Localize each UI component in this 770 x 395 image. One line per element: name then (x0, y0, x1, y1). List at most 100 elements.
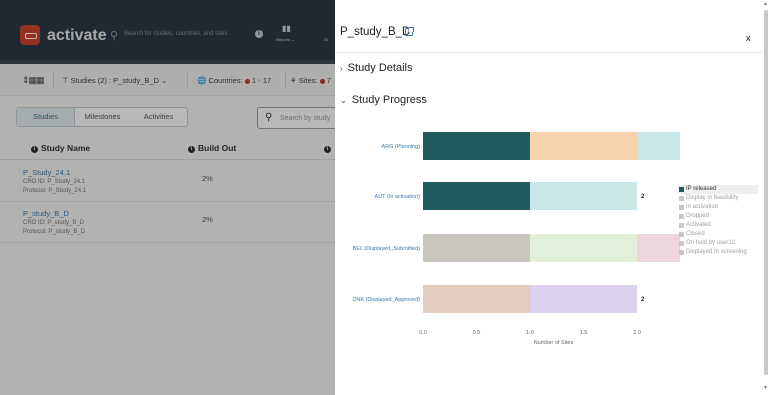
studies-filter[interactable]: ⊤ Studies (2) : P_study_B_D ⌄ (62, 76, 167, 85)
close-button[interactable]: x (746, 33, 751, 43)
chevron-right-icon: › (340, 64, 343, 73)
drawer-title: P_study_B_D (340, 26, 411, 38)
info-icon: i (324, 146, 331, 153)
category-label: BEL (Displayed_Submitted) (353, 246, 421, 252)
legend-item[interactable]: Displayed In screening (678, 248, 758, 257)
external-link-icon[interactable] (405, 27, 414, 36)
x-tick-label: 1.0 (526, 330, 534, 336)
legend-label: IP released (686, 186, 717, 192)
filter-divider (53, 73, 54, 87)
tab-milestones[interactable]: Milestones (75, 108, 130, 126)
study-name-link[interactable]: P_Study_24.1 (23, 168, 70, 177)
reports-chart-icon[interactable]: ▮▮ (282, 24, 291, 33)
study-build-out: 2% (202, 215, 213, 224)
legend-label: Dropped (686, 213, 710, 219)
study-protocol: Protocol: P_Study_24.1 (23, 188, 87, 194)
search-info-icon[interactable]: i (255, 30, 263, 38)
table-row[interactable]: P_Study_24.1 CRO ID: P_Study_24.1 Protoc… (0, 162, 335, 202)
filter-divider (187, 73, 188, 87)
legend-item[interactable]: IP released (678, 185, 758, 194)
x-tick-label: 0.5 (473, 330, 481, 336)
category-label: ARG (Planning) (381, 144, 420, 150)
study-progress-toggle[interactable]: ⌄ Study Progress (340, 94, 427, 106)
legend-item[interactable]: On hold by user12 (678, 239, 758, 248)
legend-label: Closed (686, 231, 705, 237)
study-progress-chart: ARG (Planning)4AUT (In activation)2BEL (… (352, 132, 680, 346)
legend-item[interactable]: Dropped (678, 212, 758, 221)
info-icon: i (188, 146, 195, 153)
bar-segment[interactable] (530, 234, 637, 262)
info-icon: i (31, 146, 38, 153)
study-search-placeholder: Search by study (280, 115, 331, 122)
legend-swatch (679, 232, 684, 237)
grid-view-icon[interactable]: ⇕▦▦ (22, 75, 45, 86)
legend-item[interactable]: Activated (678, 221, 758, 230)
study-details-toggle[interactable]: › Study Details (340, 62, 412, 74)
study-cro-id: CRO ID: P_Study_24.1 (23, 179, 86, 185)
legend-label: Display in feasibility (686, 195, 739, 201)
activate-logo-icon (20, 25, 40, 45)
legend-item[interactable]: In activation (678, 203, 758, 212)
global-search-icon[interactable]: ⚲ (110, 29, 118, 42)
category-label: DNK (Displayed_Approved) (352, 297, 420, 303)
column-header-build-out[interactable]: i Build Out (188, 143, 236, 153)
bar-segment[interactable] (637, 132, 680, 160)
filter-bar: ⇕▦▦ ⊤ Studies (2) : P_study_B_D ⌄ 🌐 Coun… (0, 64, 335, 96)
sites-filter[interactable]: ⚘ Sites: 7 (290, 76, 331, 85)
reports-menu[interactable]: Reports ⌄ (276, 37, 294, 42)
app-logo-text: activate (47, 27, 107, 44)
legend-swatch (679, 187, 684, 192)
main-app: activate ⚲ Search for studies, countries… (0, 0, 335, 395)
study-protocol: Protocol: P_study_B_D (23, 229, 86, 235)
column-header-next[interactable]: i (324, 143, 334, 153)
bar-total-label: 2 (641, 297, 645, 303)
bar-total-label: 2 (641, 194, 645, 200)
sites-alert-dot (319, 78, 325, 84)
scroll-down-arrow-icon[interactable]: ▼ (763, 385, 768, 391)
chevron-down-icon: ⌄ (340, 96, 347, 105)
column-header-study-name[interactable]: i Study Name (31, 143, 90, 153)
bar-segment[interactable] (530, 132, 637, 160)
tab-studies[interactable]: Studies (17, 108, 75, 126)
drawer-scrollbar[interactable]: ▲ ▼ (762, 0, 770, 395)
filter-divider (285, 73, 286, 87)
scroll-up-arrow-icon[interactable]: ▲ (763, 1, 768, 7)
x-tick-label: 1.5 (580, 330, 588, 336)
bar-segment[interactable] (423, 285, 530, 313)
category-label: AUT (In activation) (375, 194, 421, 200)
legend-item[interactable]: Display in feasibility (678, 194, 758, 203)
legend-item[interactable]: Closed (678, 230, 758, 239)
view-tabs: Studies Milestones Activities (16, 107, 188, 127)
study-detail-drawer: P_study_B_D x › Study Details ⌄ Study Prog… (335, 0, 762, 395)
global-search-input[interactable]: Search for studies, countries, and sites (124, 31, 227, 37)
countries-filter[interactable]: 🌐 Countries: 1 ▫ 17 (197, 76, 271, 85)
legend-label: In activation (686, 204, 719, 210)
bar-segment[interactable] (423, 132, 530, 160)
x-tick-label: 0.0 (419, 330, 427, 336)
top-navigation-bar: activate ⚲ Search for studies, countries… (0, 0, 335, 60)
tab-activities[interactable]: Activities (130, 108, 187, 126)
scrollbar-thumb[interactable] (764, 10, 768, 375)
table-row[interactable]: P_study_B_D CRO ID: P_study_B_D Protocol… (0, 203, 335, 243)
legend-label: On hold by user12 (686, 240, 736, 246)
search-icon: ⚲ (265, 112, 273, 123)
legend-label: Activated (686, 222, 711, 228)
countries-alert-dot (244, 78, 250, 84)
legend-swatch (679, 250, 684, 255)
x-tick-label: 2.0 (633, 330, 641, 336)
bar-segment[interactable] (423, 182, 530, 210)
bar-segment[interactable] (530, 285, 637, 313)
bar-segment[interactable] (530, 182, 637, 210)
legend-swatch (679, 205, 684, 210)
study-build-out: 2% (202, 174, 213, 183)
more-menu[interactable]: St (324, 37, 328, 42)
study-cro-id: CRO ID: P_study_B_D (23, 220, 85, 226)
study-name-link[interactable]: P_study_B_D (23, 209, 69, 218)
chart-legend: IP released Display in feasibility In acti… (678, 185, 758, 257)
bar-segment[interactable] (423, 234, 530, 262)
legend-swatch (679, 214, 684, 219)
study-search-input[interactable]: ⚲ Search by study (257, 107, 335, 129)
legend-swatch (679, 196, 684, 201)
bar-segment[interactable] (637, 234, 680, 262)
studies-table-header: i Study Name i Build Out i (0, 138, 335, 160)
